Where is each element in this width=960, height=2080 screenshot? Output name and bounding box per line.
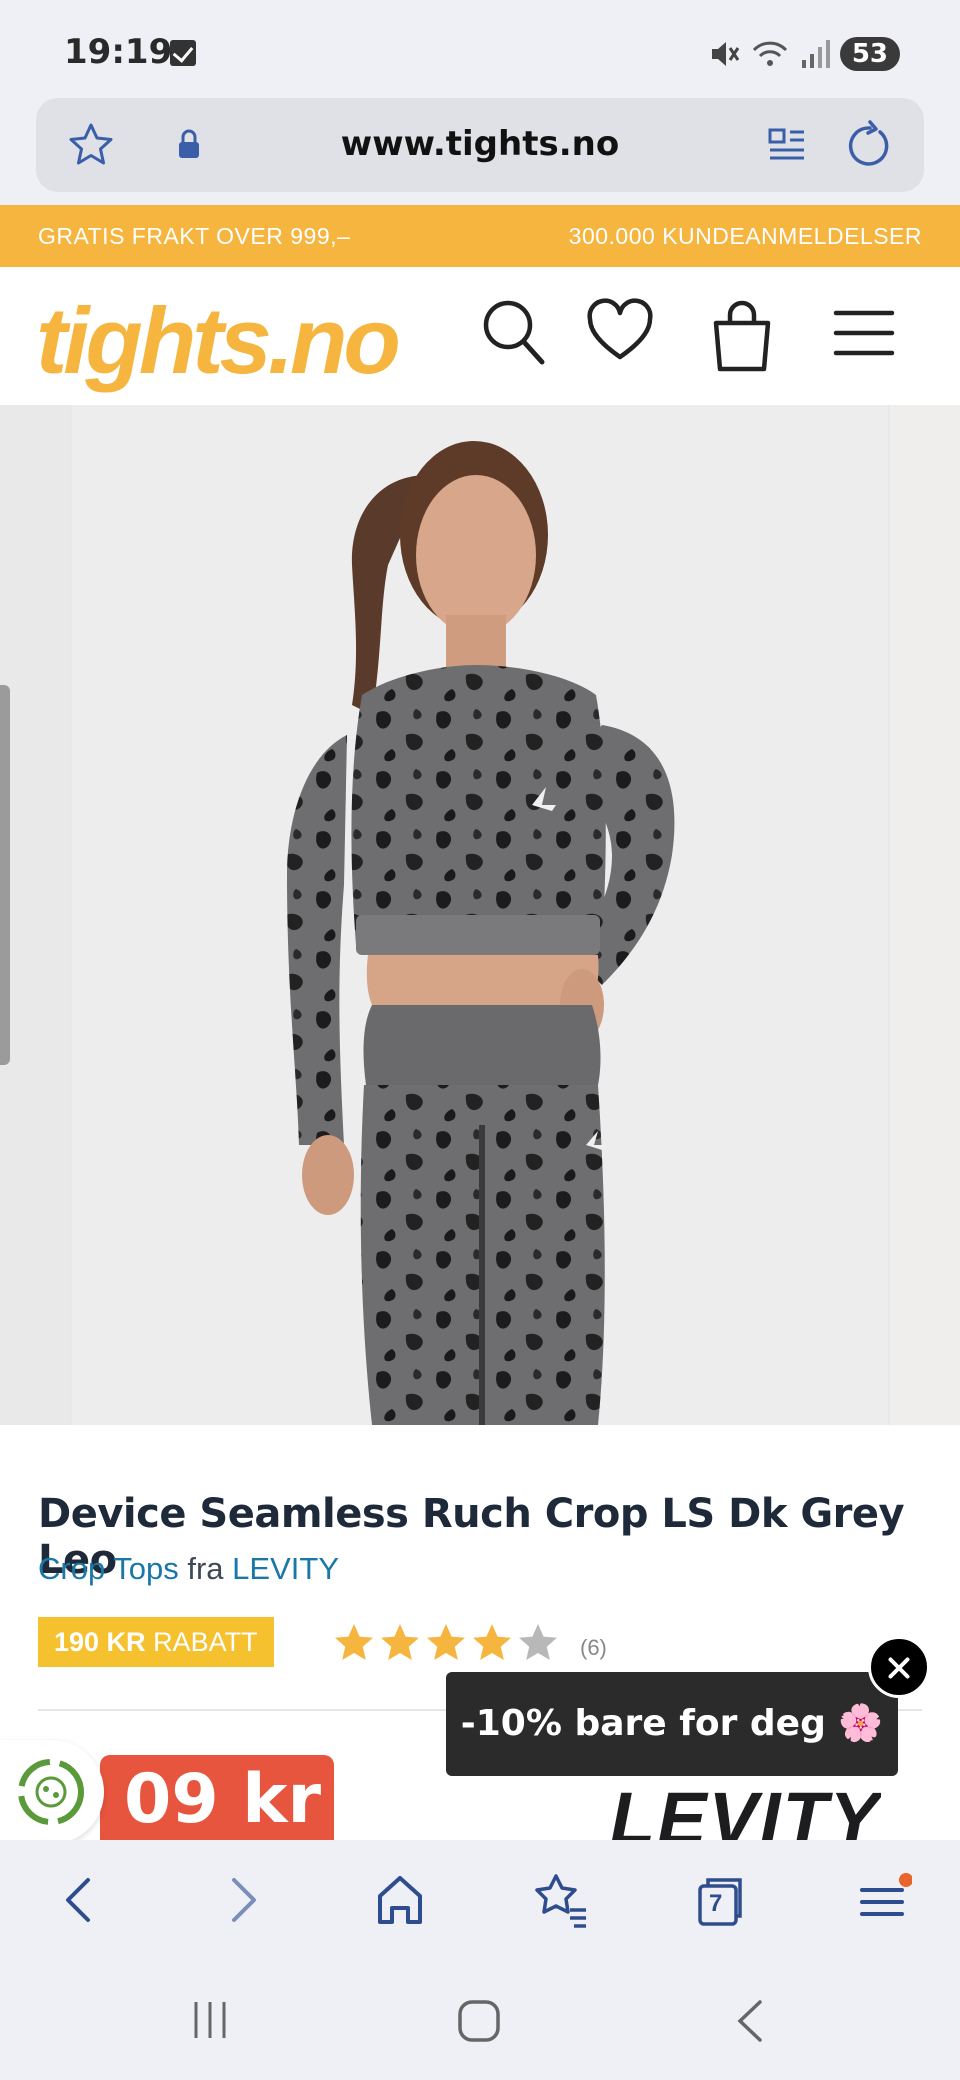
browser-toolbar: 7 [0,1840,960,1960]
product-info: Device Seamless Ruch Crop LS Dk Grey Leo… [0,1425,960,1845]
mute-icon [711,42,740,66]
scroll-handle[interactable] [0,685,10,1065]
previous-image-preview[interactable] [0,405,70,1425]
reviews-count[interactable]: (6) [580,1635,607,1661]
brand-logo[interactable]: LEVITY [610,1777,881,1841]
from-word: fra [187,1551,224,1586]
battery-indicator: 53 [839,37,900,71]
home-button-icon[interactable] [456,1998,502,2044]
signal-icon [801,40,830,68]
rating-stars[interactable] [332,1621,560,1665]
home-icon[interactable] [372,1870,428,1930]
reload-icon[interactable] [840,118,894,172]
site-logo[interactable]: tights.no [36,287,401,395]
system-navigation-bar [0,1960,960,2080]
star-icon [381,1624,419,1660]
brand-link[interactable]: LEVITY [232,1551,339,1586]
star-icon [427,1624,465,1660]
star-empty-icon [519,1624,557,1660]
site-header: tights.no [0,267,960,405]
wifi-icon [752,41,787,66]
bookmarks-icon[interactable] [530,1870,590,1930]
hamburger-menu-icon[interactable] [832,293,896,373]
recycle-leaf-icon [18,1759,84,1825]
status-icons: 53 [708,36,900,72]
status-time: 19:19 [64,32,173,72]
recent-apps-icon[interactable] [190,1998,234,2042]
free-shipping-text: GRATIS FRAKT OVER 999,– [38,223,351,249]
checkbox-notification-icon [170,40,196,66]
price-tag: 09 kr [100,1755,334,1845]
address-bar[interactable]: www.tights.no [36,98,924,192]
promo-bar: GRATIS FRAKT OVER 999,– 300.000 KUNDEANM… [0,205,960,267]
product-image[interactable] [72,405,888,1425]
star-icon [335,1624,373,1660]
product-image-gallery[interactable] [0,405,960,1425]
popup-close-button[interactable] [868,1636,930,1698]
star-icon [473,1624,511,1660]
sustainability-badge[interactable] [0,1740,104,1844]
product-category-line: Crop Tops fra LEVITY [38,1551,339,1587]
model-photo [287,441,675,1425]
heart-icon[interactable] [584,293,656,373]
shopping-bag-icon[interactable] [706,293,778,377]
tab-count: 7 [709,1890,723,1917]
tabs-button[interactable]: 7 [692,1870,748,1930]
next-image-preview[interactable] [890,405,960,1425]
discount-popup[interactable]: -10% bare for deg 🌸 [446,1672,898,1776]
search-icon[interactable] [478,293,550,373]
reader-mode-icon[interactable] [764,122,810,168]
category-link[interactable]: Crop Tops [38,1551,179,1586]
forward-icon[interactable] [218,1870,266,1930]
discount-badge: 190 KR RABATT [38,1617,274,1667]
menu-icon[interactable] [856,1870,912,1930]
customer-reviews-text: 300.000 KUNDEANMELDELSER [568,223,922,249]
discount-amount: 190 KR [54,1627,146,1657]
system-back-icon[interactable] [730,1998,774,2044]
status-bar: 19:19 53 [0,0,960,100]
back-icon[interactable] [56,1870,104,1930]
discount-word: RABATT [153,1627,258,1657]
